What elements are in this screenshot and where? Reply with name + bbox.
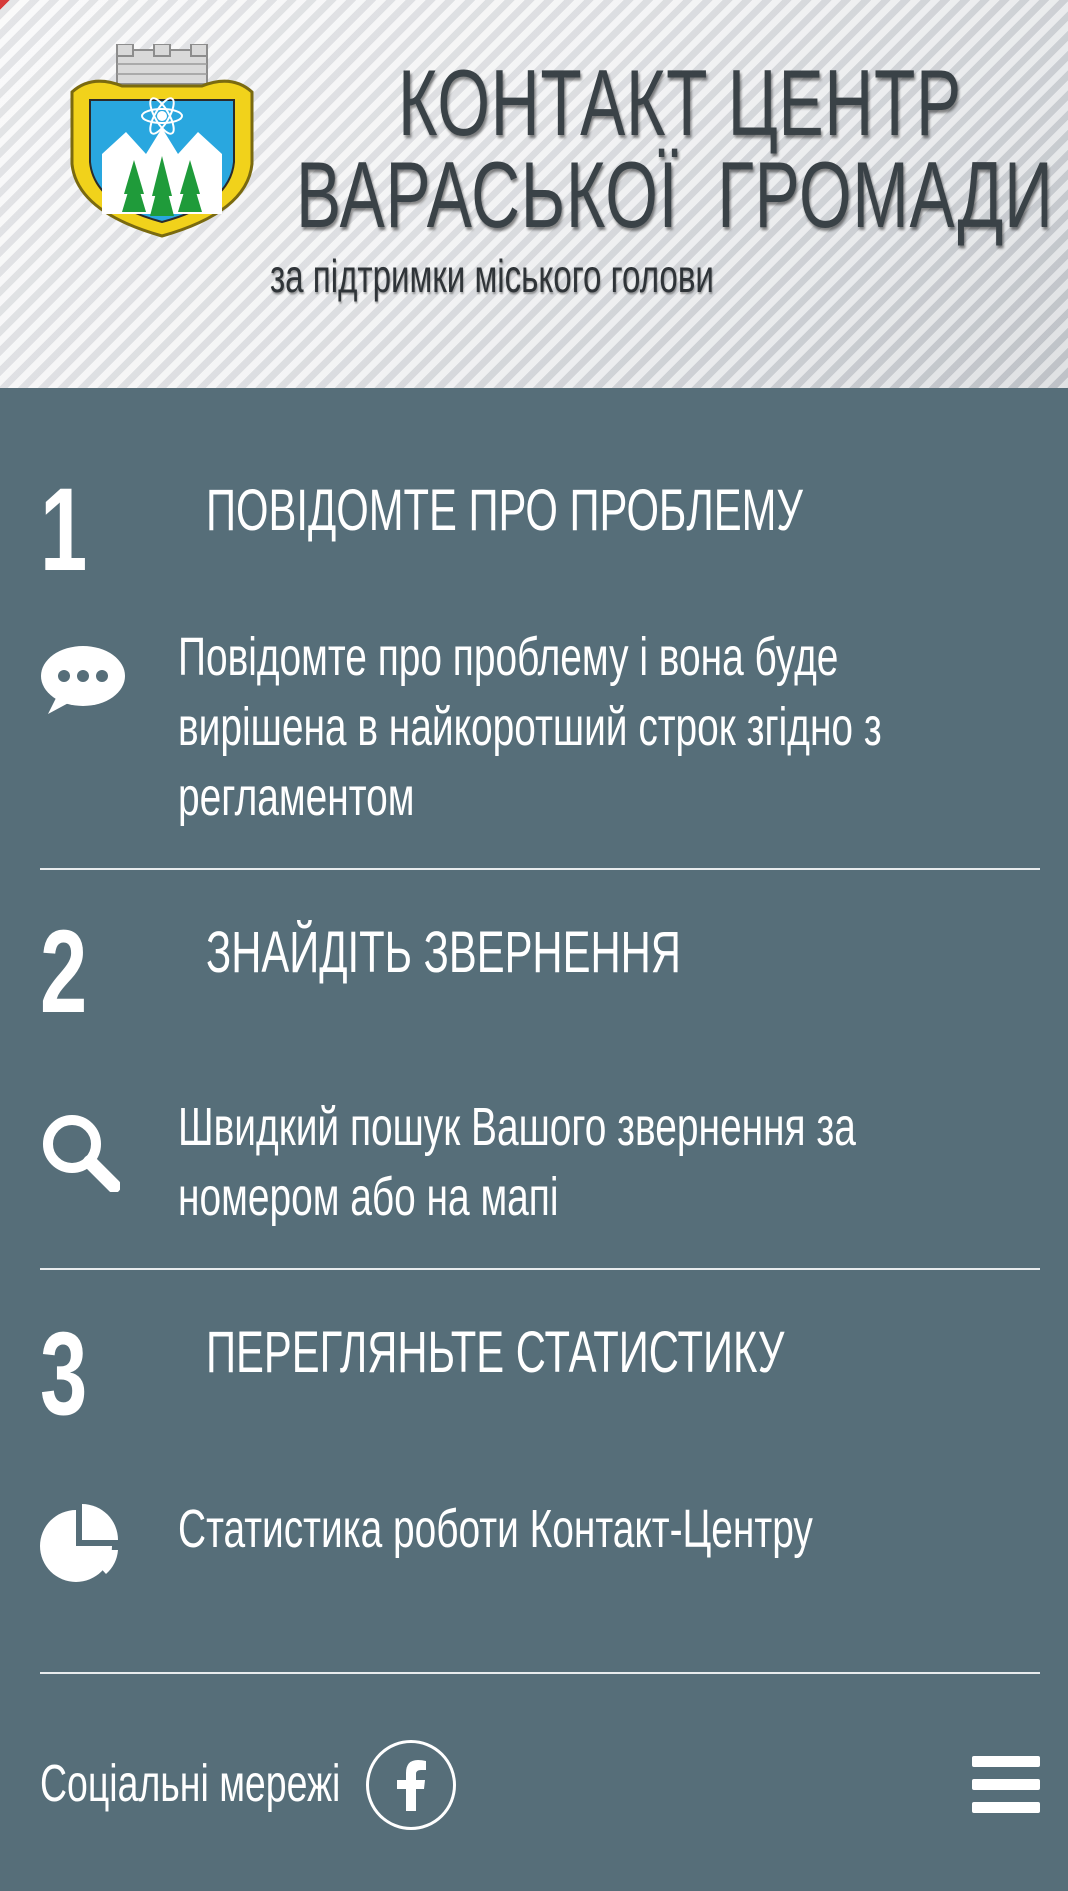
step-number: 1 bbox=[40, 464, 88, 596]
step-description: Повідомте про проблему і вона буде виріш… bbox=[178, 627, 882, 827]
page-subtitle: за підтримки міського голови bbox=[270, 250, 714, 302]
step-description: Статистика роботи Контакт-Центру bbox=[178, 1499, 813, 1559]
step-number: 2 bbox=[40, 906, 88, 1038]
social-networks-label: Соціальні мережі bbox=[40, 1755, 341, 1813]
pie-chart-icon bbox=[40, 1504, 118, 1582]
divider bbox=[40, 1672, 1040, 1674]
search-icon bbox=[43, 1115, 120, 1192]
header-banner: КОНТАКТ ЦЕНТР ВАРАСЬКОЇ ГРОМАДИ за підтр… bbox=[0, 0, 1068, 388]
step-description: Швидкий пошук Вашого звернення за номеро… bbox=[178, 1097, 856, 1227]
step-title[interactable]: ПЕРЕГЛЯНЬТЕ СТАТИСТИКУ bbox=[206, 1318, 784, 1388]
chat-bubble-icon bbox=[41, 646, 125, 714]
step-title[interactable]: ЗНАЙДІТЬ ЗВЕРНЕННЯ bbox=[206, 918, 681, 988]
divider bbox=[40, 868, 1040, 870]
page-title-line-2: ВАРАСЬКОЇ ГРОМАДИ bbox=[296, 142, 1054, 247]
page: КОНТАКТ ЦЕНТР ВАРАСЬКОЇ ГРОМАДИ за підтр… bbox=[0, 0, 1068, 1891]
coat-of-arms-logo bbox=[70, 44, 254, 238]
hamburger-menu-icon[interactable] bbox=[972, 1756, 1040, 1814]
step-title[interactable]: ПОВІДОМТЕ ПРО ПРОБЛЕМУ bbox=[206, 476, 803, 546]
divider bbox=[40, 1268, 1040, 1270]
step-number: 3 bbox=[40, 1308, 88, 1440]
facebook-button[interactable] bbox=[366, 1740, 456, 1830]
facebook-icon bbox=[397, 1760, 426, 1811]
